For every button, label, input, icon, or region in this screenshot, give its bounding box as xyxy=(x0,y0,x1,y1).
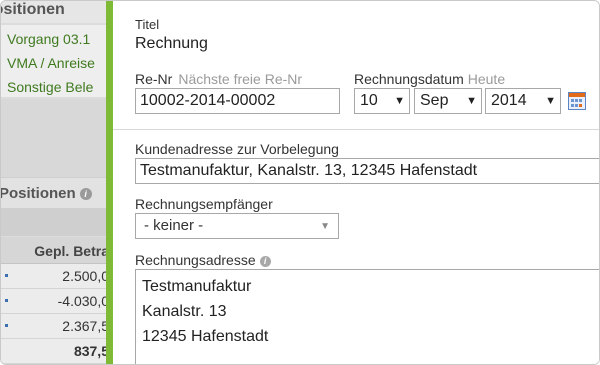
renr-label: Re-Nr xyxy=(135,71,173,87)
dialog-accent-bar xyxy=(106,1,113,364)
address-line: Kanalstr. 13 xyxy=(142,303,227,320)
table-total-row: 837,5 xyxy=(1,339,109,364)
rechnungsadresse-textarea[interactable]: Testmanufaktur Kanalstr. 13 12345 Hafens… xyxy=(135,269,599,364)
background-section-title: Positionen xyxy=(0,185,76,202)
rechnungsempfaenger-label: Rechnungsempfänger xyxy=(135,196,273,212)
background-title: Positionen xyxy=(1,1,65,18)
row-marker-icon xyxy=(5,299,8,302)
background-link-vorgang[interactable]: Vorgang 03.1 xyxy=(7,31,90,47)
address-line: 12345 Hafenstadt xyxy=(142,328,269,345)
background-section-header: Positionen i xyxy=(1,177,109,208)
renr-next-free-link[interactable]: Nächste freie Re-Nr xyxy=(178,71,302,87)
background-link-list: Vorgang 03.1 VMA / Anreise Sonstige Bele xyxy=(1,25,109,97)
column-header-amount: Gepl. Betra xyxy=(34,243,109,259)
table-cell-amount: 2.500,0 xyxy=(62,268,109,284)
background-spacer xyxy=(1,99,109,177)
address-line: Testmanufaktur xyxy=(142,278,252,295)
kundenadresse-input[interactable]: Testmanufaktur, Kanalstr. 13, 12345 Hafe… xyxy=(135,158,599,184)
titel-label: Titel xyxy=(135,17,160,32)
background-link-sonstige[interactable]: Sonstige Bele xyxy=(7,79,93,95)
info-icon: i xyxy=(79,188,92,201)
invoice-dialog: Titel Rechnung Re-Nr Nächste freie Re-Nr … xyxy=(113,1,599,364)
dropdown-arrow-icon: ▼ xyxy=(394,95,405,107)
datum-today-link[interactable]: Heute xyxy=(468,71,505,87)
table-cell-amount: 2.367,5 xyxy=(62,318,109,334)
month-value: Sep xyxy=(420,92,449,109)
background-table-header: Gepl. Betra xyxy=(1,237,109,264)
row-marker-icon xyxy=(5,324,8,327)
rechnungsempfaenger-value: - keiner - xyxy=(144,217,204,234)
day-select[interactable]: 10 ▼ xyxy=(354,88,410,114)
year-value: 2014 xyxy=(491,92,527,109)
dropdown-arrow-icon: ▼ xyxy=(545,95,556,107)
day-value: 10 xyxy=(360,92,378,109)
rechnungsadresse-label: Rechnungsadresse xyxy=(135,252,256,268)
month-select[interactable]: Sep ▼ xyxy=(414,88,482,114)
calendar-icon[interactable] xyxy=(568,92,586,110)
rechnungsempfaenger-select[interactable]: - keiner - ▼ xyxy=(135,213,339,239)
table-row[interactable]: -4.030,0 xyxy=(1,289,109,314)
year-select[interactable]: 2014 ▼ xyxy=(485,88,561,114)
background-toolbar xyxy=(1,208,109,236)
row-marker-icon xyxy=(5,274,8,277)
renr-input[interactable]: 10002-2014-00002 xyxy=(135,88,340,114)
table-row[interactable]: 2.367,5 xyxy=(1,314,109,339)
table-total-amount: 837,5 xyxy=(73,343,109,359)
table-cell-amount: -4.030,0 xyxy=(57,293,109,309)
app-window: Positionen Vorgang 03.1 VMA / Anreise So… xyxy=(0,0,600,365)
kundenadresse-label: Kundenadresse zur Vorbelegung xyxy=(135,141,339,157)
background-header: Positionen xyxy=(1,1,109,23)
dropdown-arrow-icon: ▼ xyxy=(466,95,477,107)
background-panel: Positionen Vorgang 03.1 VMA / Anreise So… xyxy=(1,1,109,364)
section-divider xyxy=(113,129,599,130)
rechnungsdatum-label: Rechnungsdatum xyxy=(354,71,464,87)
table-row[interactable]: 2.500,0 xyxy=(1,264,109,289)
dropdown-arrow-icon: ▼ xyxy=(320,221,330,232)
titel-value: Rechnung xyxy=(135,35,208,52)
background-link-vma[interactable]: VMA / Anreise xyxy=(7,55,95,71)
info-icon[interactable]: i xyxy=(259,255,271,267)
